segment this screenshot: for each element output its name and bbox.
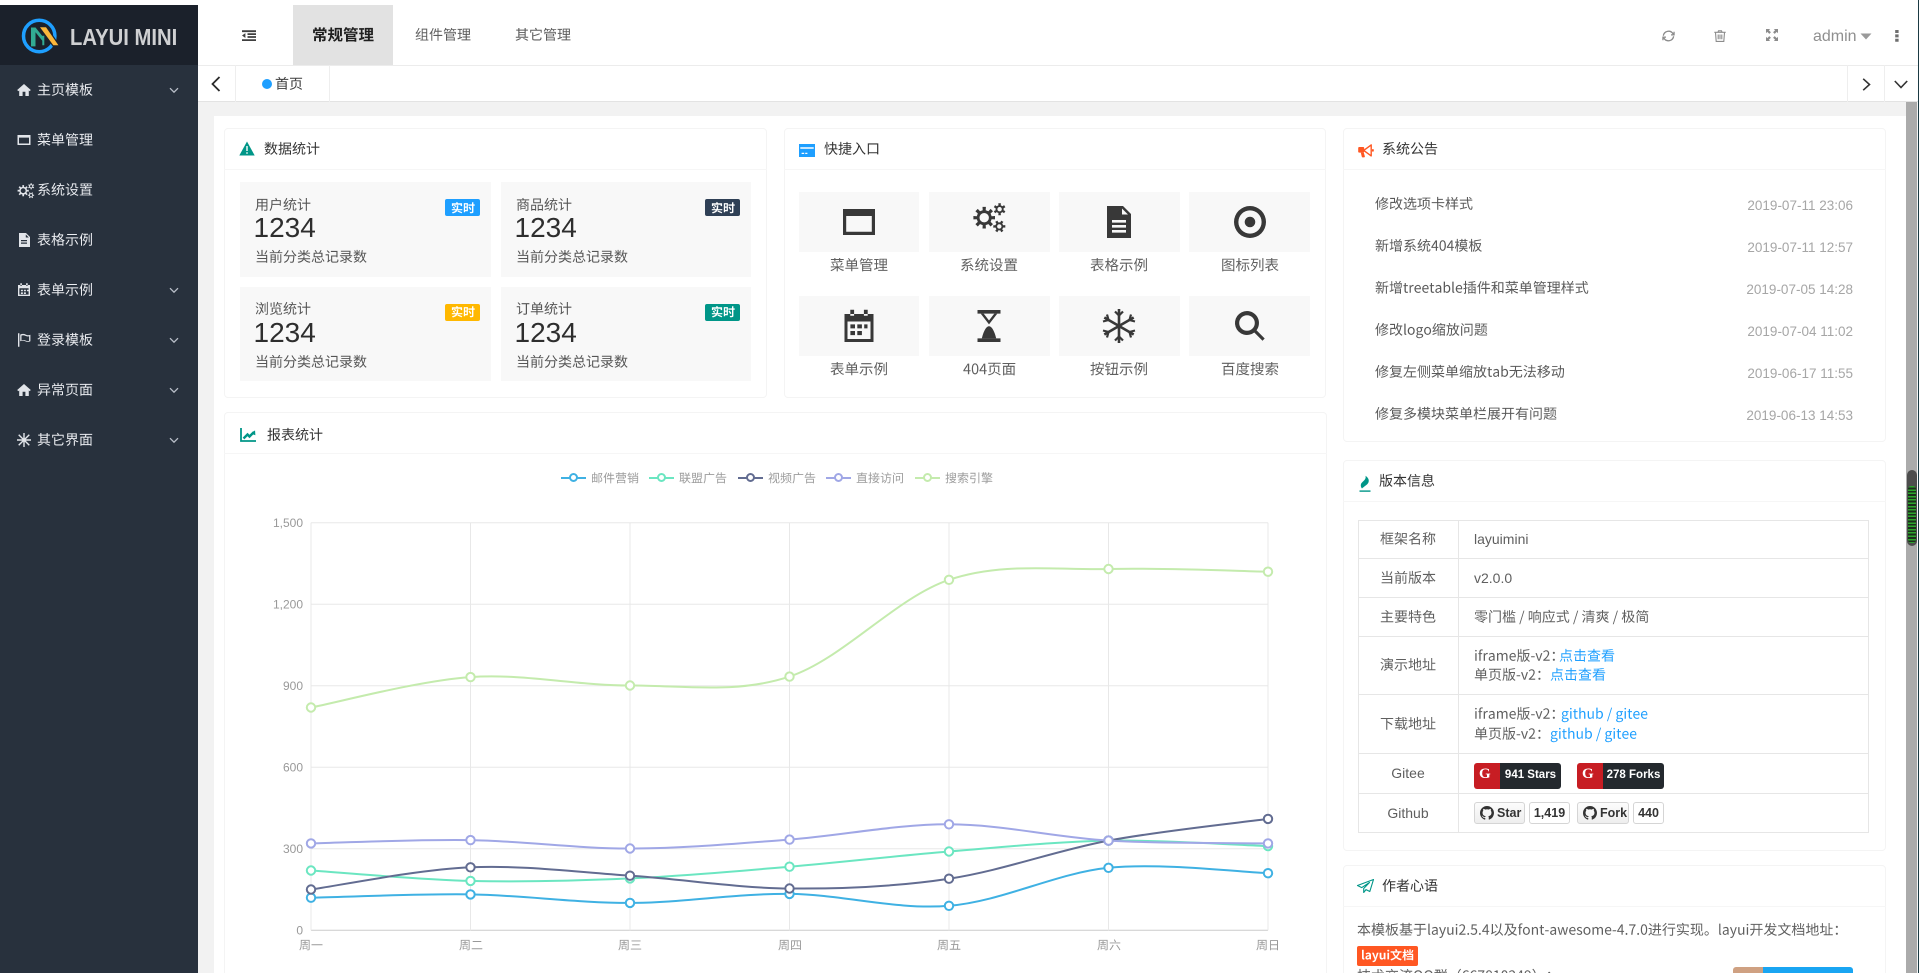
svg-text:300: 300: [283, 842, 303, 856]
svg-text:1,200: 1,200: [273, 597, 303, 611]
svg-text:1,500: 1,500: [273, 516, 303, 530]
svg-text:900: 900: [283, 679, 303, 693]
svg-text:600: 600: [283, 760, 303, 774]
